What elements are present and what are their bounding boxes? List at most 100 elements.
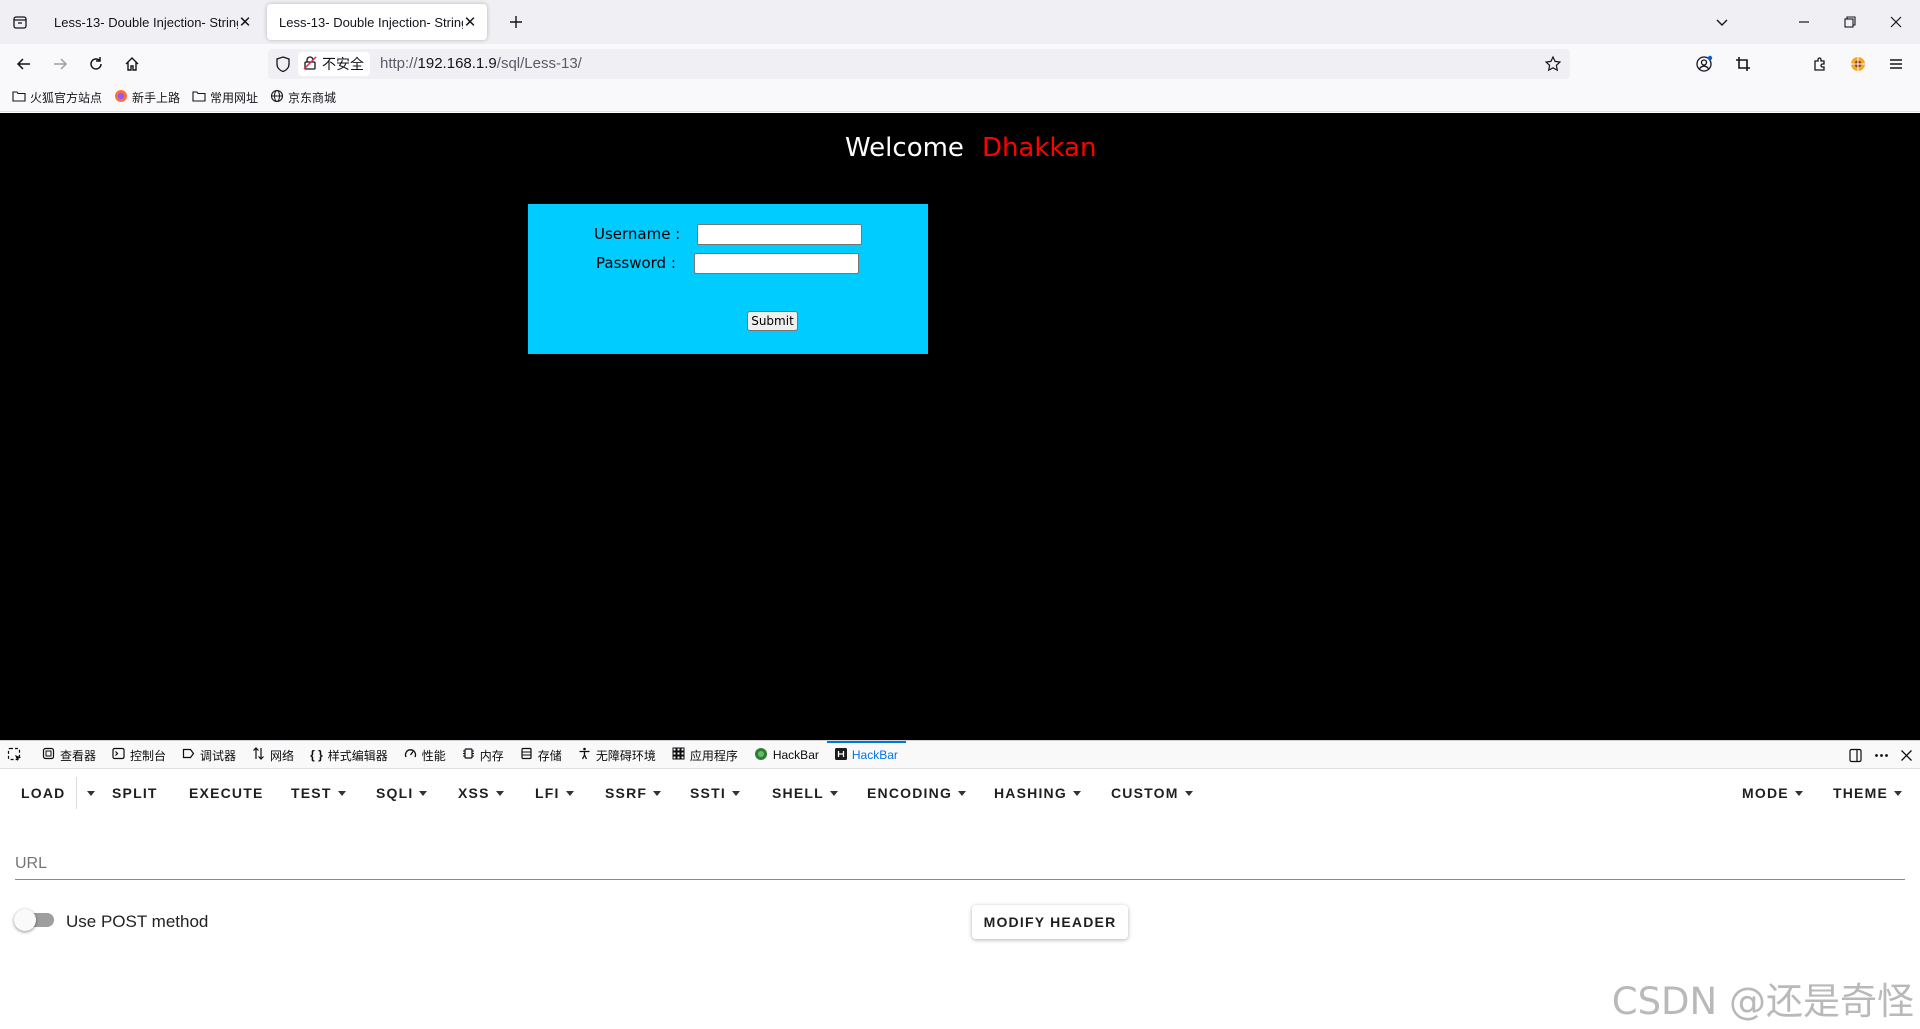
url-bar[interactable]: 不安全 http://192.168.1.9/sql/Less-13/ [268, 49, 1570, 79]
menu-label: SHELL [772, 785, 824, 801]
bookmark-item[interactable]: 京东商城 [270, 89, 336, 106]
chevron-down-icon[interactable] [1708, 10, 1736, 34]
page-content: Welcome Dhakkan Username : Password : Sub… [0, 113, 1920, 740]
xss-menu[interactable]: XSS [458, 783, 504, 803]
devtools-tab-hackbar-2[interactable]: HackBar [826, 741, 906, 769]
style-editor-icon: { } [310, 748, 323, 762]
minimize-icon[interactable] [1790, 10, 1818, 34]
devtools-tab-accessibility[interactable]: 无障碍环境 [570, 741, 664, 769]
extension-app-icon[interactable] [1846, 52, 1870, 76]
load-button[interactable]: LOAD [21, 783, 65, 803]
menu-label: CUSTOM [1111, 785, 1179, 801]
welcome-heading: Welcome Dhakkan [845, 133, 1096, 163]
tab-title: Less-13- Double Injection- String- with … [54, 14, 238, 30]
ssti-menu[interactable]: SSTI [690, 783, 740, 803]
storage-icon [520, 747, 533, 763]
encoding-menu[interactable]: ENCODING [867, 783, 967, 803]
forward-arrow-icon[interactable] [48, 52, 72, 76]
close-icon[interactable]: ✕ [463, 14, 477, 31]
split-button[interactable]: SPLIT [112, 783, 158, 803]
menu-label: SSTI [690, 785, 726, 801]
url-text[interactable]: http://192.168.1.9/sql/Less-13/ [380, 55, 582, 72]
window-close-icon[interactable] [1882, 10, 1910, 34]
password-label: Password : [596, 254, 676, 272]
url-host: 192.168.1.9 [417, 55, 497, 72]
url-field-label[interactable]: URL [15, 855, 47, 873]
connection-insecure-badge[interactable]: 不安全 [298, 52, 370, 76]
devtools-tab-console[interactable]: 控制台 [104, 741, 174, 769]
devtools-close-icon[interactable] [1897, 746, 1915, 764]
devtools-tab-style-editor[interactable]: { } 样式编辑器 [302, 741, 396, 769]
folder-icon [12, 89, 26, 106]
element-picker-icon[interactable] [7, 747, 23, 763]
menu-label: LFI [535, 785, 560, 801]
tab-label: 调试器 [200, 748, 237, 763]
home-icon[interactable] [120, 52, 144, 76]
tab-label: 网络 [270, 748, 295, 763]
browser-tab-1[interactable]: Less-13- Double Injection- String- with … [42, 4, 262, 40]
bookmark-star-icon[interactable] [1544, 55, 1562, 73]
mode-menu[interactable]: MODE [1742, 783, 1803, 803]
bookmark-item[interactable]: 常用网址 [192, 89, 258, 106]
bookmarks-toolbar: 火狐官方站点 新手上路 常用网址 京东商城 [0, 84, 1920, 112]
bookmark-item[interactable]: 新手上路 [114, 89, 180, 106]
debugger-icon [182, 747, 195, 763]
dock-side-icon[interactable] [1846, 746, 1864, 764]
tab-label: HackBar [772, 748, 819, 762]
bookmark-label: 火狐官方站点 [30, 91, 103, 105]
close-icon[interactable]: ✕ [238, 14, 252, 31]
menu-label: XSS [458, 785, 490, 801]
tab-label: 控制台 [130, 748, 167, 763]
inspector-icon [42, 747, 55, 763]
submit-button[interactable]: Submit [747, 311, 798, 331]
menu-label: SSRF [605, 785, 648, 801]
execute-button[interactable]: EXECUTE [189, 783, 264, 803]
caret-down-icon [495, 790, 504, 796]
lfi-menu[interactable]: LFI [535, 783, 574, 803]
username-input[interactable] [697, 224, 862, 245]
reload-icon[interactable] [84, 52, 108, 76]
load-dropdown-button[interactable] [81, 783, 95, 803]
account-icon[interactable] [1692, 52, 1716, 76]
modify-header-button[interactable]: MODIFY HEADER [972, 905, 1128, 939]
crop-screenshot-icon[interactable] [1731, 52, 1755, 76]
menu-label: TEST [291, 785, 332, 801]
extensions-icon[interactable] [1808, 52, 1832, 76]
shell-menu[interactable]: SHELL [772, 783, 838, 803]
devtools-tab-storage[interactable]: 存储 [512, 741, 570, 769]
theme-menu[interactable]: THEME [1833, 783, 1902, 803]
test-menu[interactable]: TEST [291, 783, 346, 803]
network-icon [252, 747, 265, 763]
ssrf-menu[interactable]: SSRF [605, 783, 662, 803]
custom-menu[interactable]: CUSTOM [1111, 783, 1193, 803]
caret-down-icon [1794, 790, 1803, 796]
devtools-tab-network[interactable]: 网络 [244, 741, 302, 769]
back-arrow-icon[interactable] [12, 52, 36, 76]
tab-label: HackBar [851, 748, 898, 762]
memory-icon [462, 747, 475, 763]
tab-label: 无障碍环境 [595, 748, 656, 763]
caret-down-icon [337, 790, 346, 796]
tab-list-icon[interactable] [8, 10, 32, 34]
post-method-toggle[interactable] [14, 909, 54, 931]
hashing-menu[interactable]: HASHING [994, 783, 1081, 803]
devtools-tab-memory[interactable]: 内存 [454, 741, 512, 769]
devtools-tab-debugger[interactable]: 调试器 [174, 741, 244, 769]
new-tab-icon[interactable] [504, 10, 528, 34]
shield-icon[interactable] [274, 55, 292, 73]
hackbar-icon [834, 747, 847, 763]
devtools-tab-hackbar-1[interactable]: HackBar [746, 741, 827, 769]
browser-tab-2[interactable]: Less-13- Double Injection- String- with … [267, 4, 487, 40]
devtools-tab-inspector[interactable]: 查看器 [34, 741, 104, 769]
globe-icon [270, 89, 284, 106]
devtools-tab-application[interactable]: 应用程序 [664, 741, 746, 769]
more-options-icon[interactable] [1872, 746, 1890, 764]
devtools-tab-performance[interactable]: 性能 [396, 741, 454, 769]
sqli-menu[interactable]: SQLI [376, 783, 428, 803]
password-input[interactable] [694, 253, 859, 274]
restore-icon[interactable] [1836, 10, 1864, 34]
tab-label: 应用程序 [689, 748, 738, 763]
menu-hamburger-icon[interactable] [1884, 52, 1908, 76]
bookmark-item[interactable]: 火狐官方站点 [12, 89, 102, 106]
caret-down-icon [1894, 790, 1902, 796]
